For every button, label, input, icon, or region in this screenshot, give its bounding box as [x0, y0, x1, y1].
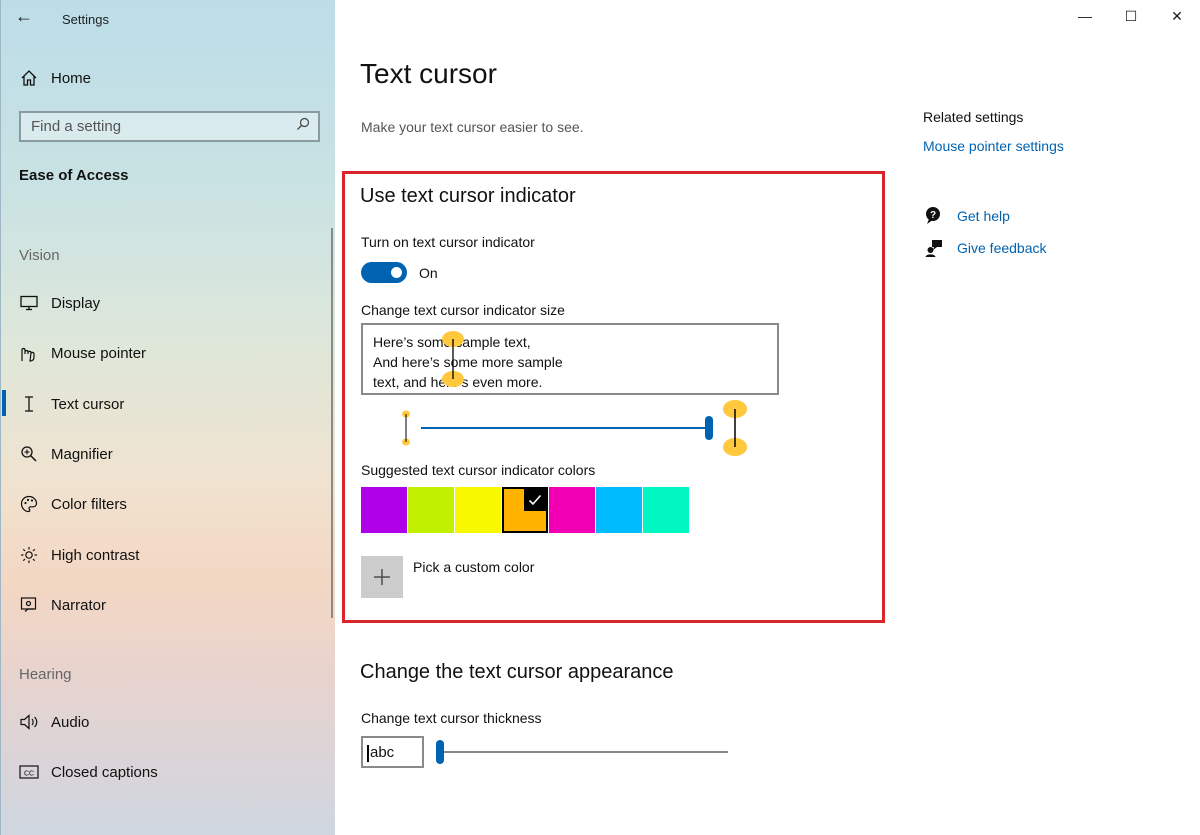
size-label: Change text cursor indicator size	[361, 302, 565, 318]
close-button[interactable]: ✕	[1154, 0, 1200, 32]
narrator-icon	[19, 595, 39, 615]
sidebar-item-label: Display	[51, 294, 101, 312]
group-label-vision: Vision	[19, 247, 60, 264]
colors-label: Suggested text cursor indicator colors	[361, 462, 596, 478]
home-icon	[19, 68, 39, 88]
sidebar-item-label: High contrast	[51, 546, 140, 564]
sidebar-item-narrator[interactable]: Narrator	[19, 595, 106, 615]
sidebar-item-home[interactable]: Home	[19, 68, 91, 88]
app-title: Settings	[62, 12, 109, 27]
toggle-state: On	[419, 265, 438, 281]
color-swatch[interactable]	[596, 487, 642, 533]
back-arrow-icon[interactable]: ←	[15, 6, 33, 27]
cursor-indicator-preview	[442, 331, 464, 387]
custom-color-label[interactable]: Pick a custom color	[413, 559, 534, 575]
mouse-pointer-icon	[19, 343, 39, 363]
text-cursor-icon	[19, 394, 39, 414]
sidebar-item-closed-captions[interactable]: CC Closed captions	[19, 762, 158, 782]
color-filters-icon	[19, 494, 39, 514]
thickness-preview: abc	[361, 736, 424, 768]
magnifier-icon	[19, 444, 39, 464]
color-swatch[interactable]	[643, 487, 689, 533]
color-swatch[interactable]	[455, 487, 501, 533]
indicator-size-slider[interactable]	[396, 398, 756, 458]
preview-text: abc	[370, 744, 395, 761]
checkmark-icon	[524, 489, 546, 511]
text-caret	[367, 744, 369, 762]
large-indicator-icon	[723, 400, 747, 456]
sidebar-item-label: Magnifier	[51, 445, 113, 463]
give-feedback-row[interactable]: Give feedback	[923, 237, 1047, 259]
custom-color-button[interactable]	[361, 556, 403, 598]
search-input[interactable]	[31, 118, 296, 135]
sidebar-item-label: Text cursor	[51, 395, 125, 413]
sidebar-item-display[interactable]: Display	[19, 293, 100, 313]
sidebar-item-mouse-pointer[interactable]: Mouse pointer	[19, 343, 146, 363]
sidebar-item-label: Narrator	[51, 596, 107, 614]
slider-thumb	[705, 416, 713, 440]
sample-line: And here’s some more sample	[373, 354, 563, 370]
color-swatches	[361, 487, 690, 533]
display-icon	[19, 293, 39, 313]
svg-text:?: ?	[930, 210, 936, 221]
audio-icon	[19, 712, 39, 732]
sample-line: Here’s some sample text,	[373, 334, 531, 350]
sidebar-item-high-contrast[interactable]: High contrast	[19, 545, 139, 565]
sidebar-item-audio[interactable]: Audio	[19, 712, 89, 732]
help-icon: ?	[923, 205, 945, 227]
get-help-row[interactable]: ? Get help	[923, 205, 1010, 227]
maximize-button[interactable]: ☐	[1108, 0, 1154, 32]
sidebar-item-label: Audio	[51, 713, 90, 731]
color-swatch-selected[interactable]	[502, 487, 548, 533]
sidebar-item-label: Closed captions	[51, 763, 158, 781]
toggle-label: Turn on text cursor indicator	[361, 234, 535, 250]
sidebar-item-color-filters[interactable]: Color filters	[19, 494, 127, 514]
main-content: — ☐ ✕ Text cursor Make your text cursor …	[336, 0, 1200, 835]
get-help-link[interactable]: Get help	[957, 208, 1010, 224]
svg-text:CC: CC	[24, 771, 34, 778]
window-controls: — ☐ ✕	[1062, 0, 1200, 32]
mouse-pointer-settings-link[interactable]: Mouse pointer settings	[923, 138, 1064, 154]
indicator-toggle[interactable]	[361, 262, 407, 283]
appearance-section-title: Change the text cursor appearance	[360, 661, 674, 683]
color-swatch[interactable]	[361, 487, 407, 533]
indicator-section-title: Use text cursor indicator	[360, 185, 576, 207]
color-swatch[interactable]	[408, 487, 454, 533]
page-title: Text cursor	[360, 58, 497, 89]
sample-line: text, and here’s even more.	[373, 374, 543, 390]
sidebar: ← Settings Home Ease of Access Vision Di…	[0, 0, 335, 835]
sidebar-item-label: Mouse pointer	[51, 344, 147, 362]
group-label-hearing: Hearing	[19, 666, 72, 683]
thickness-label: Change text cursor thickness	[361, 710, 542, 726]
search-icon[interactable]	[296, 117, 310, 136]
sidebar-item-magnifier[interactable]: Magnifier	[19, 444, 113, 464]
related-settings-heading: Related settings	[923, 109, 1024, 125]
thickness-slider[interactable]	[434, 738, 734, 766]
minimize-button[interactable]: —	[1062, 0, 1108, 32]
page-description: Make your text cursor easier to see.	[361, 119, 584, 135]
feedback-icon	[923, 237, 945, 259]
high-contrast-icon	[19, 545, 39, 565]
sidebar-item-label: Home	[51, 69, 92, 87]
plus-icon	[374, 569, 390, 585]
active-indicator	[2, 390, 6, 416]
color-swatch[interactable]	[549, 487, 595, 533]
small-indicator-icon	[402, 410, 410, 446]
give-feedback-link[interactable]: Give feedback	[957, 240, 1047, 256]
sidebar-item-label: Color filters	[51, 495, 127, 513]
section-heading: Ease of Access	[19, 167, 129, 184]
closed-captions-icon: CC	[19, 762, 39, 782]
search-field[interactable]	[19, 111, 320, 142]
slider-thumb	[436, 740, 444, 764]
sample-text-preview: Here’s some sample text, And here’s some…	[361, 323, 779, 395]
sidebar-scrollbar[interactable]	[331, 228, 333, 618]
sidebar-item-text-cursor[interactable]: Text cursor	[19, 394, 124, 414]
